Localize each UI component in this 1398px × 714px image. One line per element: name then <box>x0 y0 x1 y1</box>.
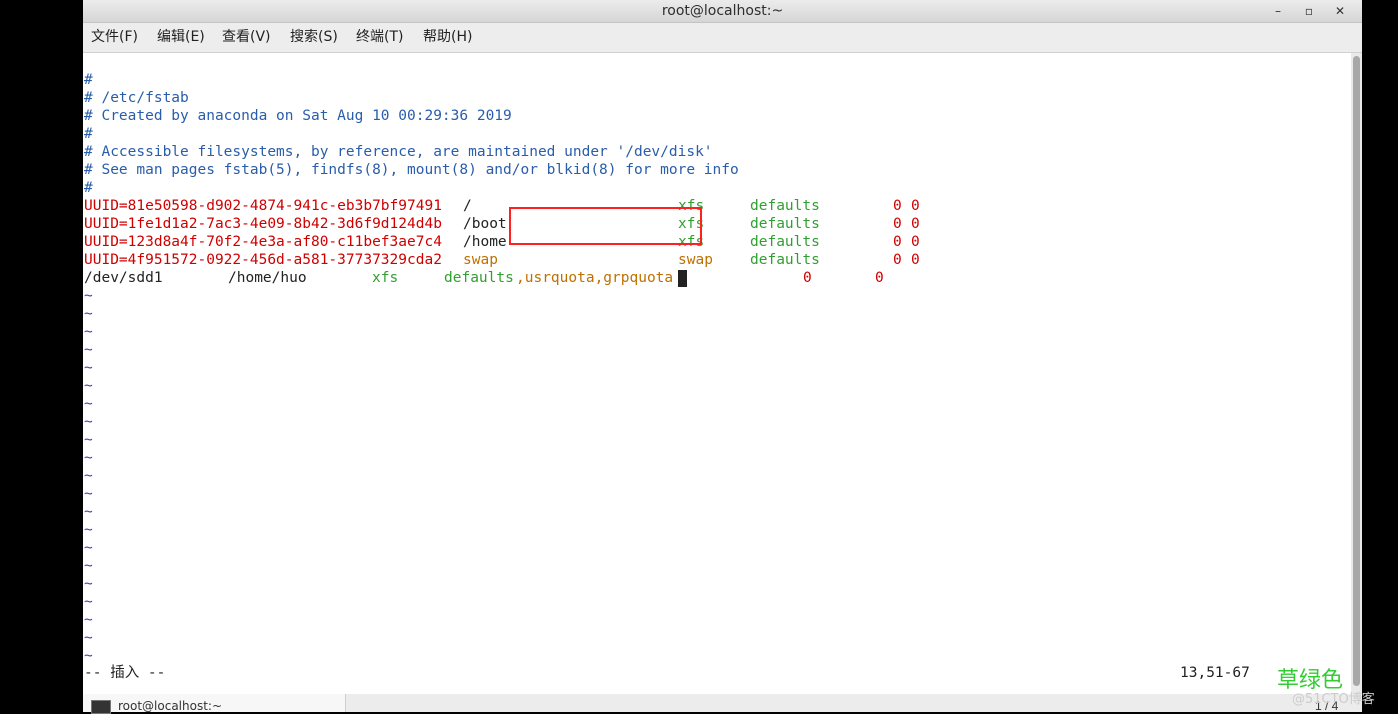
text-cursor <box>678 270 687 287</box>
cursor-position: 13,51-67 <box>1180 665 1250 681</box>
entry-device: UUID=4f951572-0922-456d-a581-37737329cda… <box>84 252 442 268</box>
entry-dump: 0 <box>893 216 902 232</box>
terminal-content[interactable]: # # /etc/fstab # Created by anaconda on … <box>83 53 1351 694</box>
empty-line-tilde: ~ <box>84 630 93 646</box>
comment-line: # See man pages fstab(5), findfs(8), mou… <box>84 162 739 178</box>
entry-pass: 0 <box>911 216 920 232</box>
fstab-entry: UUID=81e50598-d902-4874-941c-eb3b7bf9749… <box>84 197 920 215</box>
comment-line: # Accessible filesystems, by reference, … <box>84 144 713 160</box>
menu-view[interactable]: 查看(V) <box>222 23 271 52</box>
entry-device: UUID=1fe1d1a2-7ac3-4e09-8b42-3d6f9d124d4… <box>84 216 442 232</box>
empty-line-tilde: ~ <box>84 342 93 358</box>
fstab-entry: UUID=1fe1d1a2-7ac3-4e09-8b42-3d6f9d124d4… <box>84 215 920 233</box>
menu-terminal[interactable]: 终端(T) <box>356 23 403 52</box>
close-button[interactable]: ✕ <box>1328 1 1352 21</box>
empty-line-tilde: ~ <box>84 306 93 322</box>
entry-mount: /home <box>463 234 507 250</box>
taskbar-terminal-item[interactable]: root@localhost:~ <box>83 694 346 714</box>
empty-line-tilde: ~ <box>84 576 93 592</box>
menu-help[interactable]: 帮助(H) <box>423 23 472 52</box>
comment-line: # Created by anaconda on Sat Aug 10 00:2… <box>84 108 512 124</box>
entry-dump: 0 <box>893 198 902 214</box>
comment-line: # <box>84 72 93 88</box>
comment-line: # /etc/fstab <box>84 90 189 106</box>
empty-line-tilde: ~ <box>84 486 93 502</box>
entry-mount: swap <box>463 252 498 268</box>
menu-search[interactable]: 搜索(S) <box>290 23 338 52</box>
window-title: root@localhost:~ <box>661 3 784 19</box>
new-entry-options-base: defaults <box>444 270 514 286</box>
menu-edit[interactable]: 编辑(E) <box>157 23 205 52</box>
terminal-window: root@localhost:~ – ▫ ✕ 文件(F) 编辑(E) 查看(V)… <box>83 0 1362 694</box>
empty-line-tilde: ~ <box>84 450 93 466</box>
maximize-button[interactable]: ▫ <box>1297 1 1321 21</box>
empty-line-tilde: ~ <box>84 594 93 610</box>
vertical-scrollbar[interactable] <box>1351 53 1362 694</box>
entry-dump: 0 <box>893 234 902 250</box>
scrollbar-thumb[interactable] <box>1353 56 1360 686</box>
fstab-entry: UUID=4f951572-0922-456d-a581-37737329cda… <box>84 251 920 269</box>
comment-line: # <box>84 180 93 196</box>
fstab-entry: UUID=123d8a4f-70f2-4e3a-af80-c11bef3ae7c… <box>84 233 920 251</box>
entry-options: defaults <box>750 234 820 250</box>
annotation-highlight-box <box>509 207 702 245</box>
new-entry-device: /dev/sdd1 <box>84 270 163 286</box>
entry-type: swap <box>678 252 713 268</box>
minimize-button[interactable]: – <box>1266 1 1290 21</box>
menu-file[interactable]: 文件(F) <box>91 23 138 52</box>
entry-options: defaults <box>750 198 820 214</box>
empty-line-tilde: ~ <box>84 540 93 556</box>
vim-mode-indicator: -- 插入 -- <box>84 665 166 681</box>
entry-options: defaults <box>750 252 820 268</box>
taskbar-item-label: root@localhost:~ <box>118 699 223 713</box>
empty-line-tilde: ~ <box>84 432 93 448</box>
entry-dump: 0 <box>893 252 902 268</box>
entry-mount: /boot <box>463 216 507 232</box>
entry-pass: 0 <box>911 234 920 250</box>
menu-bar: 文件(F) 编辑(E) 查看(V) 搜索(S) 终端(T) 帮助(H) <box>83 23 1362 53</box>
watermark-site: @51CTO博客 <box>1292 692 1375 707</box>
empty-line-tilde: ~ <box>84 378 93 394</box>
entry-pass: 0 <box>911 252 920 268</box>
fstab-new-entry: /dev/sdd1 /home/huo xfs defaults ,usrquo… <box>84 269 884 287</box>
new-entry-pass: 0 <box>875 270 884 286</box>
empty-line-tilde: ~ <box>84 468 93 484</box>
new-entry-dump: 0 <box>803 270 812 286</box>
empty-line-tilde: ~ <box>84 288 93 304</box>
empty-line-tilde: ~ <box>84 504 93 520</box>
empty-line-tilde: ~ <box>84 396 93 412</box>
new-entry-options-added: ,usrquota,grpquota <box>516 270 674 286</box>
empty-line-tilde: ~ <box>84 360 93 376</box>
empty-line-tilde: ~ <box>84 324 93 340</box>
new-entry-type: xfs <box>372 270 399 286</box>
empty-line-tilde: ~ <box>84 648 93 664</box>
comment-line: # <box>84 126 93 142</box>
entry-options: defaults <box>750 216 820 232</box>
entry-device: UUID=81e50598-d902-4874-941c-eb3b7bf9749… <box>84 198 442 214</box>
empty-line-tilde: ~ <box>84 612 93 628</box>
empty-line-tilde: ~ <box>84 414 93 430</box>
entry-pass: 0 <box>911 198 920 214</box>
title-bar[interactable]: root@localhost:~ – ▫ ✕ <box>83 0 1362 23</box>
new-entry-mount: /home/huo <box>228 270 307 286</box>
entry-device: UUID=123d8a4f-70f2-4e3a-af80-c11bef3ae7c… <box>84 234 442 250</box>
taskbar: root@localhost:~ 1 / 4 <box>83 694 1362 714</box>
empty-line-tilde: ~ <box>84 558 93 574</box>
entry-mount: / <box>463 198 472 214</box>
empty-line-tilde: ~ <box>84 522 93 538</box>
